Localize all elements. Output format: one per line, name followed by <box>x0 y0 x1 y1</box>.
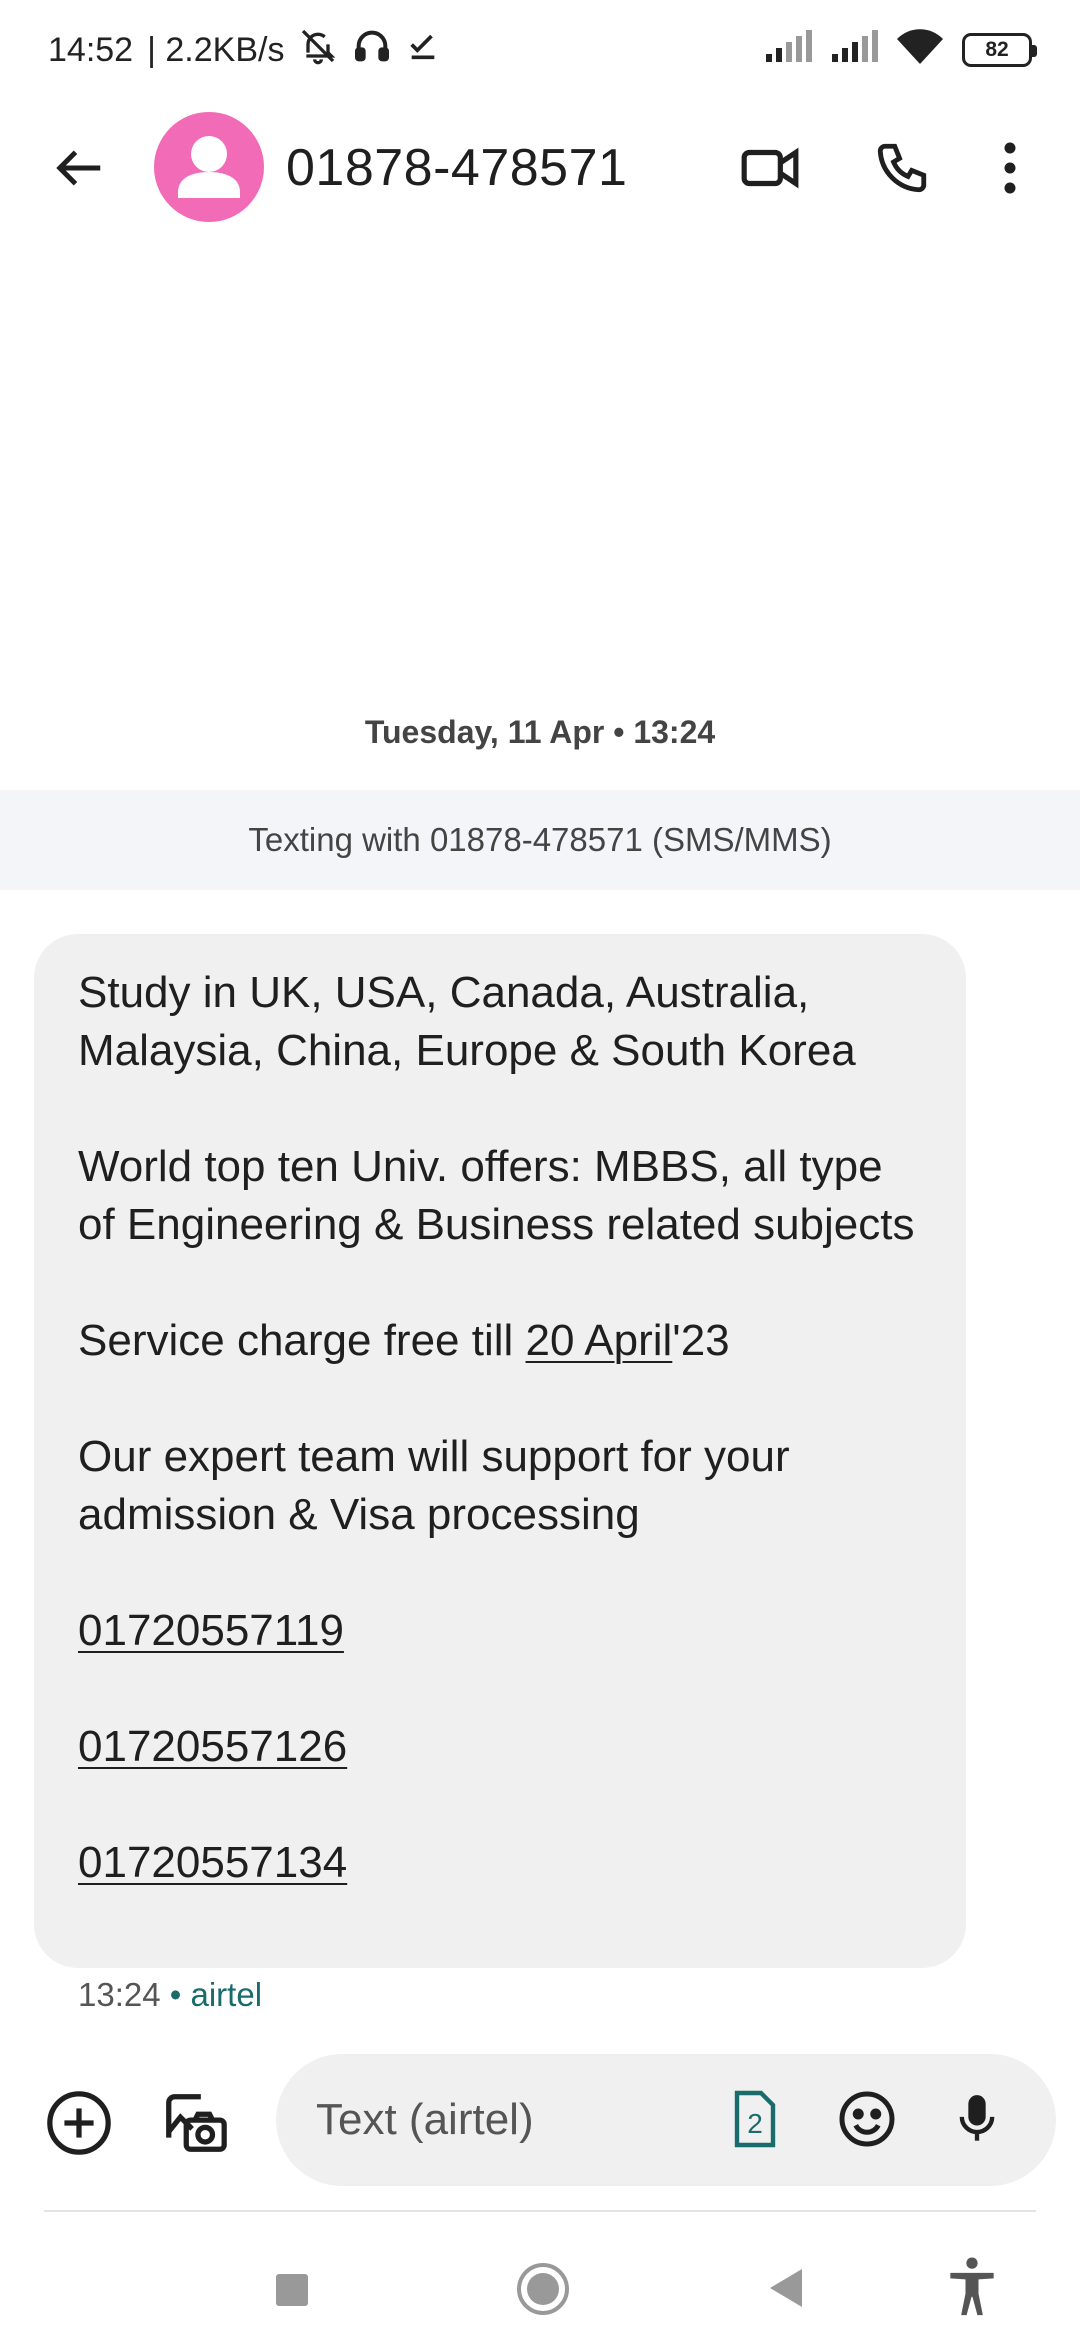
phone-call-button[interactable] <box>862 128 942 208</box>
status-left: 14:52 | 2.2KB/s <box>48 26 440 75</box>
message-paragraph: 01720557134 <box>78 1834 922 1892</box>
video-call-button[interactable] <box>730 128 810 208</box>
message-paragraph: 01720557126 <box>78 1718 922 1776</box>
nav-accessibility-button[interactable] <box>940 2252 1004 2322</box>
signal-icon <box>830 30 878 69</box>
texting-banner-text: Texting with 01878-478571 (SMS/MMS) <box>248 821 832 858</box>
wifi-icon <box>896 28 944 71</box>
meta-separator: • <box>169 1976 182 2013</box>
phone-icon <box>877 143 927 193</box>
sim-select-button[interactable]: 2 <box>720 2084 790 2154</box>
emoji-button[interactable] <box>832 2084 902 2154</box>
message-paragraph: Study in UK, USA, Canada, Australia, Mal… <box>78 968 856 1075</box>
compose-divider <box>44 2210 1036 2212</box>
message-paragraph: World top ten Univ. offers: MBBS, all ty… <box>78 1142 915 1249</box>
phone-link-1[interactable]: 01720557119 <box>78 1606 344 1655</box>
navigation-bar <box>0 2220 1080 2340</box>
phone-link-2[interactable]: 01720557126 <box>78 1722 347 1771</box>
nav-home-button[interactable] <box>510 2256 576 2322</box>
message-meta: 13:24 • airtel <box>78 1976 262 2014</box>
back-arrow-icon <box>56 150 101 186</box>
message-paragraph: Our expert team will support for your ad… <box>78 1432 790 1539</box>
message-carrier: airtel <box>190 1976 263 2013</box>
nav-back-button[interactable] <box>756 2258 816 2318</box>
accessibility-icon <box>950 2257 994 2316</box>
battery-level: 82 <box>985 37 1009 61</box>
check-icon <box>406 29 440 72</box>
contact-name[interactable]: 01878-478571 <box>286 138 627 198</box>
status-right: 82 <box>764 28 1037 71</box>
add-attachment-button[interactable] <box>42 2086 116 2160</box>
date-link[interactable]: 20 April <box>526 1316 673 1365</box>
more-vert-icon <box>1004 142 1016 194</box>
texting-banner: Texting with 01878-478571 (SMS/MMS) <box>0 790 1080 890</box>
avatar[interactable] <box>154 112 264 222</box>
emoji-icon <box>839 2091 895 2147</box>
nav-recents-button[interactable] <box>262 2260 322 2320</box>
message-paragraph: 01720557119 <box>78 1602 922 1660</box>
date-divider: Tuesday, 11 Apr • 13:24 <box>364 714 716 750</box>
sim-card-icon: 2 <box>734 2090 776 2148</box>
home-icon <box>517 2263 569 2315</box>
add-circle-icon <box>47 2091 111 2155</box>
gallery-camera-button[interactable] <box>158 2086 232 2160</box>
message-input[interactable] <box>316 2088 716 2152</box>
message-text: '23 <box>672 1316 730 1365</box>
message-time: 13:24 <box>78 1976 161 2013</box>
back-button[interactable] <box>40 128 120 208</box>
network-speed: | 2.2KB/s <box>147 31 285 69</box>
muted-bell-icon <box>298 26 338 75</box>
person-icon <box>178 136 240 198</box>
message-text: Service charge free till <box>78 1316 526 1365</box>
phone-link-3[interactable]: 01720557134 <box>78 1838 347 1887</box>
headphones-icon <box>352 26 392 75</box>
signal-icon <box>764 30 812 69</box>
video-call-icon <box>741 147 799 189</box>
compose-box: 2 <box>276 2054 1056 2186</box>
more-options-button[interactable] <box>980 128 1040 208</box>
mic-icon <box>959 2095 995 2141</box>
message-paragraph: Service charge free till 20 April'23 <box>78 1312 922 1370</box>
gallery-camera-icon <box>166 2094 227 2152</box>
sim-slot-number: 2 <box>747 2108 763 2139</box>
app-bar: 01878-478571 <box>0 100 1080 236</box>
status-time: 14:52 <box>48 31 134 69</box>
status-bar: 14:52 | 2.2KB/s 82 <box>0 0 1080 100</box>
recents-icon <box>276 2274 308 2306</box>
battery-icon: 82 <box>962 32 1037 67</box>
voice-input-button[interactable] <box>942 2084 1012 2154</box>
message-bubble[interactable]: Study in UK, USA, Canada, Australia, Mal… <box>34 934 966 1968</box>
back-icon <box>770 2269 802 2307</box>
